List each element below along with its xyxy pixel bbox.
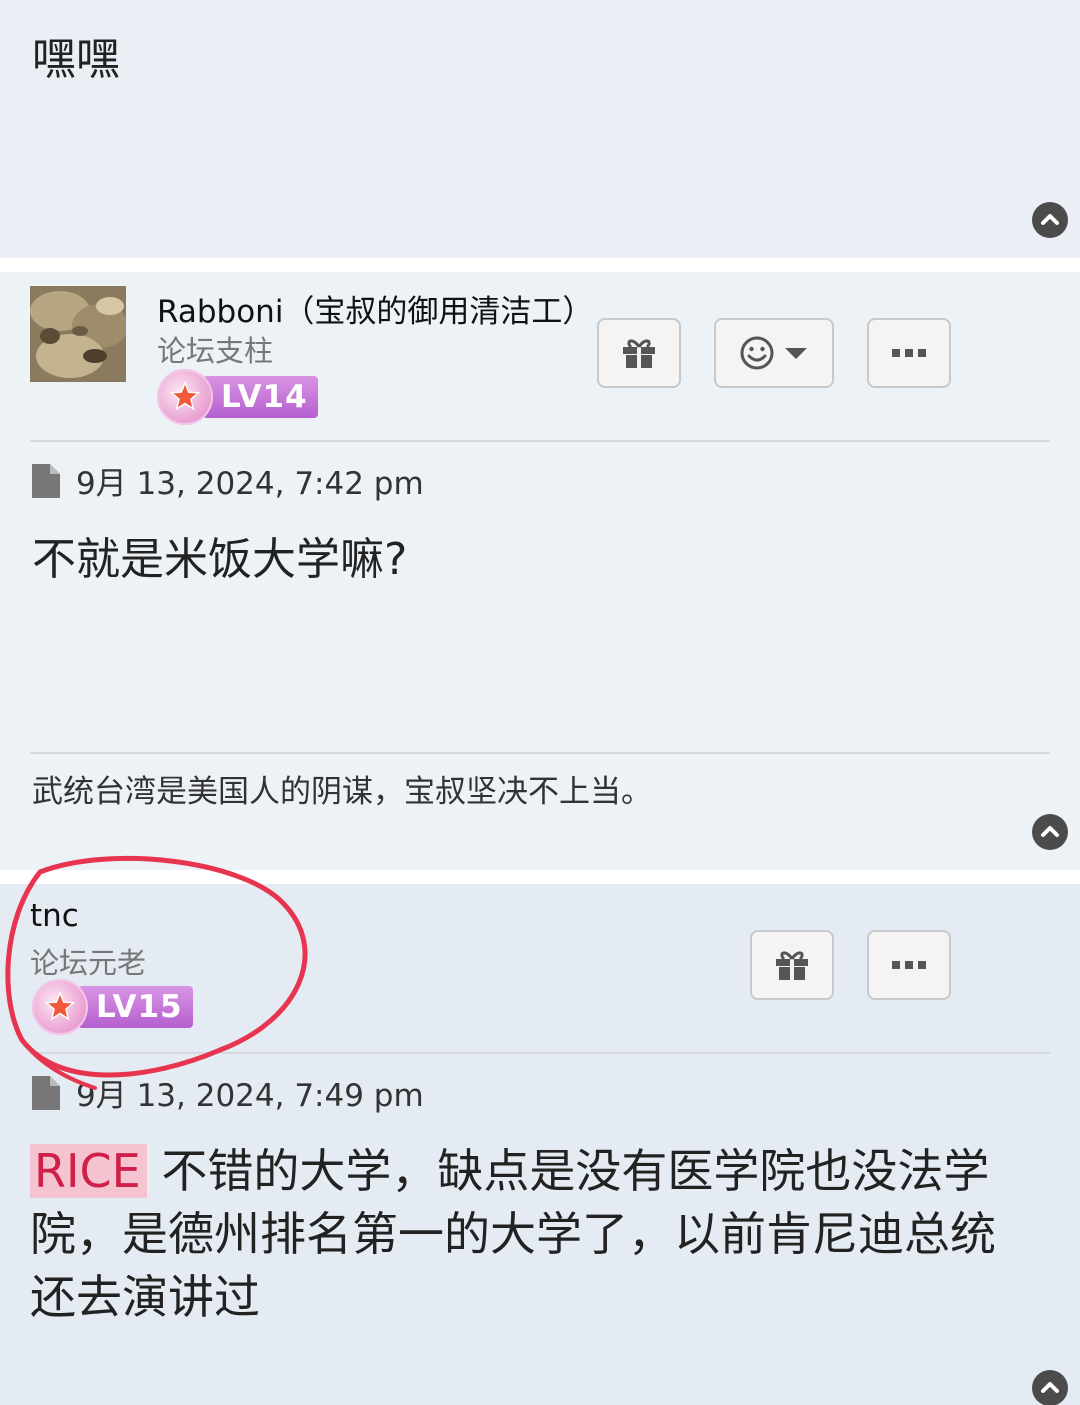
signature: 武统台湾是美国人的阴谋，宝叔坚决不上当。 xyxy=(32,774,652,810)
post-previous: 嘿嘿 xyxy=(0,0,1080,258)
more-options-button[interactable] xyxy=(867,930,951,1000)
ellipsis-icon xyxy=(892,961,926,969)
chevron-down-icon xyxy=(785,348,807,359)
divider xyxy=(30,440,1050,442)
annotation-circle xyxy=(5,855,308,1090)
more-options-button[interactable] xyxy=(867,318,951,388)
post-content-text: 不错的大学，缺点是没有医学院也没法学院，是德州排名第一的大学了，以前肯尼迪总统还… xyxy=(30,1144,996,1324)
chevron-up-circle-icon xyxy=(1041,1382,1059,1393)
avatar[interactable] xyxy=(30,286,126,382)
post-meta: 9月 13, 2024, 7:42 pm xyxy=(32,458,424,503)
gift-button[interactable] xyxy=(597,318,681,388)
chevron-up-circle-icon xyxy=(1041,214,1059,225)
ellipsis-icon xyxy=(892,349,926,357)
chevron-up-circle-icon xyxy=(1041,826,1059,837)
scroll-to-top-button[interactable] xyxy=(1032,1370,1068,1405)
level-label: LV14 xyxy=(203,376,318,418)
signature-divider xyxy=(30,752,1050,754)
gift-icon xyxy=(623,339,655,368)
file-icon xyxy=(32,463,60,498)
author-rank: 论坛支柱 xyxy=(157,334,274,368)
scroll-to-top-button[interactable] xyxy=(1032,814,1068,850)
post-content: RICE 不错的大学，缺点是没有医学院也没法学院，是德州排名第一的大学了，以前肯… xyxy=(30,1140,1030,1329)
post-timestamp[interactable]: 9月 13, 2024, 7:42 pm xyxy=(76,458,424,503)
post-content: 不就是米饭大学嘛? xyxy=(32,534,408,585)
smiley-icon xyxy=(740,336,774,370)
post-rabboni: Rabboni（宝叔的御用清洁工） 论坛支柱 LV14 9月 13, 2024,… xyxy=(0,272,1080,870)
gift-button[interactable] xyxy=(750,930,834,1000)
level-badge: LV14 xyxy=(157,369,318,425)
post-content: 嘿嘿 xyxy=(32,34,120,85)
scroll-to-top-button[interactable] xyxy=(1032,202,1068,238)
post-author-name[interactable]: Rabboni（宝叔的御用清洁工） xyxy=(157,286,593,331)
star-icon xyxy=(32,979,88,1035)
reaction-button[interactable] xyxy=(714,318,834,388)
star-icon xyxy=(157,369,213,425)
gift-icon xyxy=(776,951,808,980)
highlighted-text: RICE xyxy=(30,1144,147,1198)
avatar-image xyxy=(30,286,126,382)
